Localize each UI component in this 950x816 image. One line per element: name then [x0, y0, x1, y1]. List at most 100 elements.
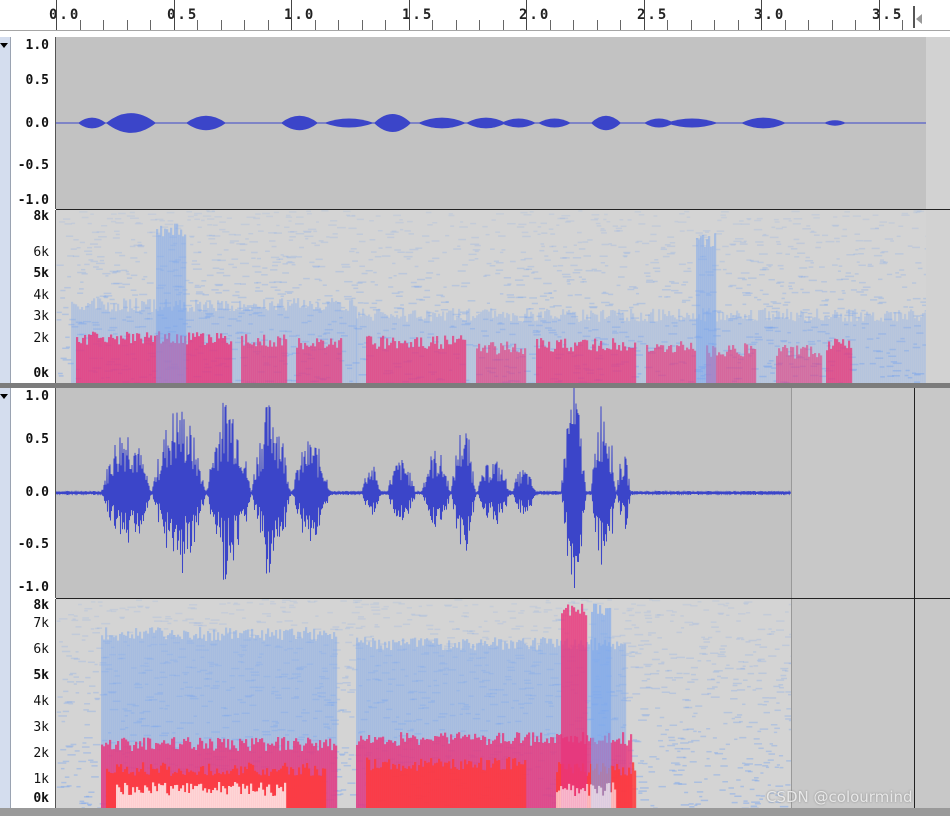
spectro-band — [836, 339, 839, 383]
spectro-cell — [712, 600, 720, 602]
spectro-cell — [763, 303, 770, 305]
spectro-cell — [731, 801, 738, 804]
track2-control-panel[interactable] — [0, 388, 11, 808]
spectro-cell — [658, 295, 663, 298]
track1-spectrogram[interactable] — [56, 210, 926, 383]
spectro-cell — [639, 787, 649, 789]
spectro-cell — [212, 235, 221, 237]
scale-label: -0.5 — [17, 158, 49, 173]
spectro-cell — [543, 611, 548, 613]
spectro-cell — [652, 280, 658, 283]
spectro-band — [386, 338, 389, 383]
spectro-cell — [407, 619, 413, 621]
track2-spectrogram[interactable] — [56, 599, 791, 808]
spectro-cell — [137, 241, 142, 244]
spectro-cell — [626, 607, 634, 610]
spectro-cell — [601, 232, 607, 234]
spectro-cell — [262, 612, 271, 615]
spectro-cell — [194, 284, 200, 287]
spectro-cell — [436, 273, 441, 276]
spectro-cell — [774, 766, 779, 769]
ruler-tick — [643, 0, 645, 30]
spectro-cell — [666, 252, 675, 255]
spectro-cell — [316, 299, 321, 301]
spectro-cell — [202, 215, 212, 217]
spectro-cell — [601, 243, 609, 246]
ruler-tick — [432, 20, 433, 30]
spectro-cell — [277, 293, 286, 295]
spectro-band — [436, 762, 439, 808]
track2-waveform[interactable] — [56, 388, 791, 598]
spectro-band — [852, 311, 855, 383]
spectro-cell — [71, 222, 76, 225]
spectro-cell — [736, 250, 745, 252]
spectro-band — [308, 346, 311, 383]
spectro-cell — [73, 658, 80, 660]
spectro-cell — [819, 266, 825, 268]
spectro-cell — [562, 257, 570, 259]
spectro-cell — [227, 602, 231, 604]
spectro-cell — [743, 661, 749, 663]
spectro-band — [508, 757, 511, 808]
spectro-cell — [106, 610, 112, 612]
spectro-band — [860, 312, 863, 383]
spectro-cell — [706, 659, 711, 662]
spectro-cell — [776, 679, 785, 681]
spectro-cell — [813, 234, 820, 236]
spectro-cell — [606, 220, 611, 223]
spectro-cell — [743, 764, 750, 766]
timeline-ruler[interactable]: 0.0 0.5 1.0 1.5 2.0 2.5 3.0 3.5 — [0, 0, 950, 31]
spectro-cell — [341, 266, 351, 268]
spectro-cell — [629, 286, 637, 288]
spectro-cell — [342, 711, 351, 713]
spectro-cell — [645, 617, 653, 620]
spectro-cell — [677, 750, 681, 753]
spectro-cell — [63, 702, 69, 705]
spectro-band — [762, 309, 765, 383]
spectro-band — [372, 344, 375, 383]
spectro-band — [628, 347, 631, 383]
spectro-cell — [373, 271, 377, 274]
spectro-cell — [520, 211, 528, 214]
spectro-cell — [784, 611, 789, 613]
spectro-cell — [209, 622, 218, 625]
spectro-cell — [342, 677, 349, 679]
spectro-band — [332, 344, 335, 383]
spectro-band — [283, 334, 286, 383]
track1-control-panel[interactable] — [0, 37, 11, 383]
ruler-tick — [150, 20, 151, 30]
spectro-cell — [228, 613, 235, 615]
spectro-cell — [516, 226, 525, 228]
spectro-band — [898, 310, 901, 383]
spectro-cell — [838, 265, 843, 267]
spectro-cell — [60, 289, 66, 292]
spectro-cell — [907, 245, 913, 247]
spectro-cell — [211, 259, 221, 261]
waveform-segment — [418, 117, 466, 129]
spectro-cell — [535, 607, 541, 609]
spectro-band — [656, 344, 659, 383]
spectro-band — [752, 348, 755, 383]
spectro-cell — [474, 250, 479, 253]
spectro-cell — [740, 223, 750, 225]
spectro-cell — [355, 627, 363, 629]
spectro-band — [110, 773, 113, 808]
track2-menu-arrow-icon[interactable] — [0, 394, 8, 399]
track1-waveform[interactable] — [56, 37, 926, 209]
spectro-cell — [567, 294, 573, 297]
spectro-band — [464, 339, 467, 383]
spectro-band — [534, 320, 537, 383]
spectro-cell — [781, 226, 787, 228]
playhead-marker-icon[interactable] — [916, 14, 922, 24]
spectro-cell — [287, 231, 295, 233]
spectro-cell — [272, 261, 281, 263]
spectro-band — [612, 338, 615, 383]
spectro-band — [452, 335, 455, 383]
spectro-band — [780, 351, 783, 383]
spectro-band — [708, 236, 711, 383]
spectro-band — [430, 758, 433, 808]
track2-waveform-plot — [56, 388, 791, 589]
spectro-cell — [77, 292, 84, 294]
spectro-cell — [710, 696, 720, 698]
track1-menu-arrow-icon[interactable] — [0, 43, 8, 48]
